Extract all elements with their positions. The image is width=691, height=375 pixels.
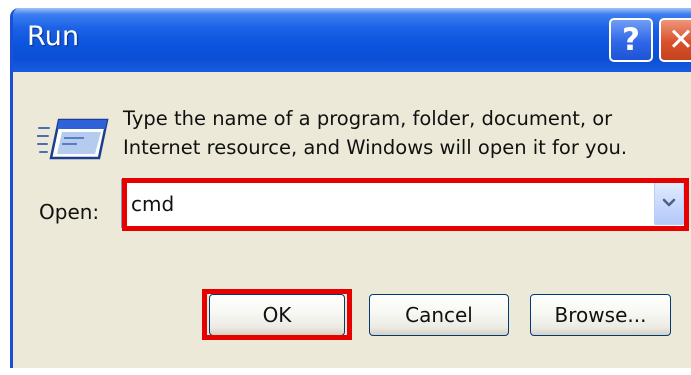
browse-button[interactable]: Browse... (530, 294, 671, 336)
dropdown-button[interactable] (654, 182, 684, 225)
description-line-2: Internet resource, and Windows will open… (123, 136, 628, 159)
help-button[interactable]: ? (609, 18, 653, 62)
open-label: Open: (39, 200, 100, 224)
dialog-description: Type the name of a program, folder, docu… (123, 104, 683, 162)
chevron-down-icon (662, 198, 676, 207)
cancel-button[interactable]: Cancel (369, 294, 509, 336)
run-program-icon (37, 118, 109, 160)
help-icon: ? (622, 22, 640, 58)
ok-button[interactable]: OK (209, 294, 345, 336)
window-title: Run (27, 21, 80, 52)
close-icon: ✕ (668, 22, 691, 58)
title-bar[interactable]: Run ? ✕ (13, 8, 691, 72)
close-button[interactable]: ✕ (659, 18, 691, 62)
open-combobox[interactable] (121, 179, 687, 228)
open-input[interactable] (122, 180, 651, 227)
screenshot: Run ? ✕ Type the name of a program, fo (0, 0, 691, 375)
description-line-1: Type the name of a program, folder, docu… (123, 107, 613, 130)
